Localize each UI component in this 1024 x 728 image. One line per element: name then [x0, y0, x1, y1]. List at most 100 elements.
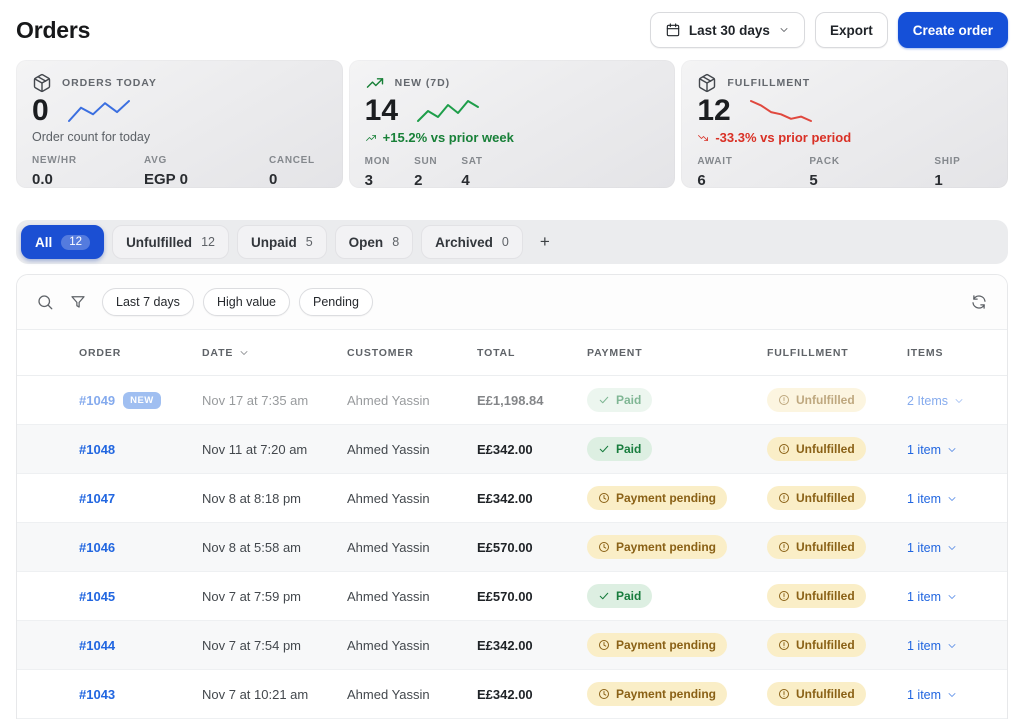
substat: AWAIT6 — [697, 156, 809, 189]
table-row[interactable]: #1048 Nov 11 at 7:20 am Ahmed Yassin E£3… — [17, 425, 1007, 474]
stat-value: 0 — [32, 94, 49, 127]
chevron-down-icon — [778, 24, 790, 36]
chevron-down-icon — [946, 689, 958, 701]
tab-unpaid[interactable]: Unpaid 5 — [237, 225, 327, 259]
chip-pending[interactable]: Pending — [299, 288, 373, 316]
top-bar-actions: Last 30 days Export Create order — [650, 12, 1008, 48]
chevron-down-icon — [946, 493, 958, 505]
chip-last-7-days[interactable]: Last 7 days — [102, 288, 194, 316]
sparkline-red — [745, 98, 817, 124]
items-expander[interactable]: 1 item — [907, 639, 958, 653]
date-range-label: Last 30 days — [689, 23, 770, 38]
clock-icon — [598, 492, 610, 504]
items-expander[interactable]: 1 item — [907, 590, 958, 604]
items-expander[interactable]: 1 item — [907, 541, 958, 555]
payment-status-badge: Payment pending — [587, 486, 727, 510]
order-link[interactable]: #1043 — [79, 687, 115, 702]
order-total: E£570.00 — [477, 540, 587, 555]
stat-trend: -33.3% vs prior period — [697, 130, 992, 145]
chip-high-value[interactable]: High value — [203, 288, 290, 316]
fulfillment-status-badge: Unfulfilled — [767, 486, 866, 510]
column-total: TOTAL — [477, 347, 587, 359]
alert-circle-icon — [778, 688, 790, 700]
order-link[interactable]: #1047 — [79, 491, 115, 506]
order-total: E£1,198.84 — [477, 393, 587, 408]
stat-card-orders-today: ORDERS TODAY 0 Order count for today NEW… — [16, 60, 343, 188]
tab-open[interactable]: Open 8 — [335, 225, 413, 259]
payment-status-badge: Payment pending — [587, 535, 727, 559]
create-order-label: Create order — [913, 23, 993, 38]
date-range-button[interactable]: Last 30 days — [650, 12, 805, 48]
column-date[interactable]: DATE — [202, 347, 347, 359]
tab-count-badge: 12 — [61, 235, 90, 250]
table-row[interactable]: #1047 Nov 8 at 8:18 pm Ahmed Yassin E£34… — [17, 474, 1007, 523]
items-expander[interactable]: 1 item — [907, 688, 958, 702]
check-icon — [598, 443, 610, 455]
fulfillment-status-badge: Unfulfilled — [767, 584, 866, 608]
stat-label: ORDERS TODAY — [62, 77, 157, 89]
trend-up-icon — [365, 132, 377, 144]
tab-all[interactable]: All 12 — [21, 225, 104, 259]
alert-circle-icon — [778, 443, 790, 455]
order-customer: Ahmed Yassin — [347, 393, 477, 408]
substat: NEW/HR0.0 — [32, 155, 144, 188]
order-total: E£342.00 — [477, 491, 587, 506]
order-date: Nov 8 at 5:58 am — [202, 540, 347, 555]
clock-icon — [598, 541, 610, 553]
filter-bar: Last 7 days High value Pending — [17, 275, 1007, 330]
package-icon — [697, 73, 717, 93]
stats-strip: ORDERS TODAY 0 Order count for today NEW… — [16, 60, 1008, 188]
search-button[interactable] — [36, 293, 54, 311]
check-icon — [598, 590, 610, 602]
chevron-down-icon — [946, 542, 958, 554]
order-link[interactable]: #1044 — [79, 638, 115, 653]
table-row[interactable]: #1044 Nov 7 at 7:54 pm Ahmed Yassin E£34… — [17, 621, 1007, 670]
tab-unfulfilled[interactable]: Unfulfilled 12 — [112, 225, 229, 259]
stat-label: FULFILLMENT — [727, 77, 810, 89]
order-total: E£570.00 — [477, 589, 587, 604]
table-row[interactable]: #1043 Nov 7 at 10:21 am Ahmed Yassin E£3… — [17, 670, 1007, 719]
items-expander[interactable]: 1 item — [907, 492, 958, 506]
tab-archived[interactable]: Archived 0 — [421, 225, 523, 259]
chevron-down-icon — [946, 444, 958, 456]
order-date: Nov 17 at 7:35 am — [202, 393, 347, 408]
stat-subtitle: Order count for today — [32, 130, 327, 144]
substat: SUN2 — [414, 156, 437, 189]
payment-status-badge: Payment pending — [587, 633, 727, 657]
calendar-icon — [665, 22, 681, 38]
stat-card-fulfillment: FULFILLMENT 12 -33.3% vs prior period AW… — [681, 60, 1008, 188]
column-customer: CUSTOMER — [347, 347, 477, 359]
alert-circle-icon — [778, 639, 790, 651]
table-row[interactable]: #1049NEW Nov 17 at 7:35 am Ahmed Yassin … — [17, 376, 1007, 425]
order-date: Nov 8 at 8:18 pm — [202, 491, 347, 506]
refresh-icon — [970, 293, 988, 311]
fulfillment-status-badge: Unfulfilled — [767, 535, 866, 559]
order-date: Nov 7 at 7:59 pm — [202, 589, 347, 604]
page-title: Orders — [16, 17, 90, 44]
table-row[interactable]: #1046 Nov 8 at 5:58 am Ahmed Yassin E£57… — [17, 523, 1007, 572]
sort-chevron-down-icon — [238, 347, 250, 359]
order-customer: Ahmed Yassin — [347, 491, 477, 506]
export-label: Export — [830, 23, 873, 38]
order-link[interactable]: #1046 — [79, 540, 115, 555]
order-customer: Ahmed Yassin — [347, 589, 477, 604]
items-expander[interactable]: 2 Items — [907, 394, 965, 408]
order-total: E£342.00 — [477, 687, 587, 702]
add-view-button[interactable]: + — [531, 225, 559, 259]
clock-icon — [598, 688, 610, 700]
order-link[interactable]: #1048 — [79, 442, 115, 457]
order-date: Nov 7 at 10:21 am — [202, 687, 347, 702]
filter-button[interactable] — [69, 293, 87, 311]
order-link[interactable]: #1049 — [79, 393, 115, 408]
order-customer: Ahmed Yassin — [347, 687, 477, 702]
table-row[interactable]: #1045 Nov 7 at 7:59 pm Ahmed Yassin E£57… — [17, 572, 1007, 621]
create-order-button[interactable]: Create order — [898, 12, 1008, 48]
items-expander[interactable]: 1 item — [907, 443, 958, 457]
payment-status-badge: Payment pending — [587, 682, 727, 706]
trend-up-icon — [365, 73, 385, 93]
export-button[interactable]: Export — [815, 12, 888, 48]
clock-icon — [598, 639, 610, 651]
orders-page: Orders Last 30 days Export Create order … — [0, 0, 1024, 719]
order-link[interactable]: #1045 — [79, 589, 115, 604]
refresh-button[interactable] — [970, 293, 988, 311]
